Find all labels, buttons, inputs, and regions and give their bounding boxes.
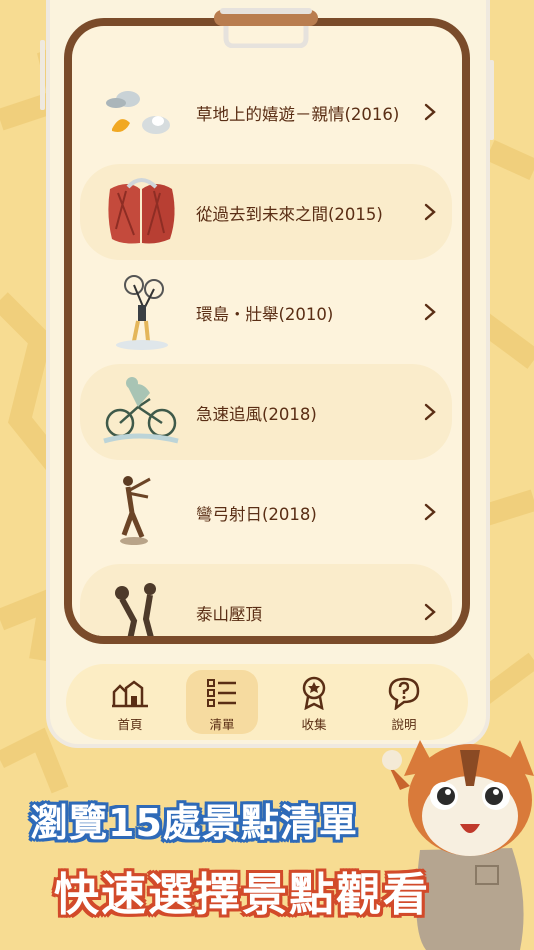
sculpture-thumbnail [116, 275, 168, 350]
list-item[interactable]: 環島・壯舉(2010) [80, 264, 452, 360]
nav-item-label: 清單 [209, 717, 235, 732]
sculpture-thumbnail [108, 178, 175, 244]
promo-caption-line2: 快速選擇景點觀看 [54, 868, 431, 921]
list-item-label: 急速追風(2018) [196, 405, 317, 424]
chevron-right-icon [424, 603, 436, 621]
sculpture-thumbnail [103, 377, 179, 444]
nav-item-collection[interactable]: 收集 [278, 670, 350, 734]
list-item-label: 從過去到未來之間(2015) [196, 205, 383, 224]
sculpture-thumbnail [115, 583, 156, 636]
promo-caption-line1: 瀏覽15處景點清單 [30, 801, 358, 845]
clipboard-clip-icon [214, 8, 318, 48]
nav-item-list[interactable]: 清單 [186, 670, 258, 734]
list-item[interactable]: 彎弓射日(2018) [80, 464, 452, 560]
list-item[interactable]: 急速追風(2018) [80, 364, 452, 460]
attraction-list-panel: 草地上的嬉遊－親情(2016) 從過去到未來之間(2015) 環島・壯舉(201… [72, 26, 462, 636]
chevron-right-icon [424, 203, 436, 221]
checklist-icon [207, 679, 236, 707]
home-buildings-icon [112, 680, 148, 708]
sculpture-thumbnail [120, 476, 151, 545]
list-item-label: 環島・壯舉(2010) [196, 305, 334, 324]
chevron-right-icon [424, 103, 436, 121]
chevron-right-icon [424, 303, 436, 321]
phone-side-button [40, 40, 45, 110]
nav-item-label: 收集 [301, 717, 327, 732]
list-item-label: 草地上的嬉遊－親情(2016) [196, 105, 400, 124]
nav-item-home[interactable]: 首頁 [94, 670, 166, 734]
chevron-right-icon [424, 503, 436, 521]
list-item[interactable]: 泰山壓頂 [80, 564, 452, 636]
list-item[interactable]: 從過去到未來之間(2015) [80, 164, 452, 260]
nav-item-label: 首頁 [117, 717, 143, 732]
medal-icon [302, 676, 326, 710]
help-bubble-icon [388, 677, 420, 710]
phone-side-button [489, 60, 494, 140]
list-item[interactable]: 草地上的嬉遊－親情(2016) [80, 64, 452, 160]
clipboard-board: 草地上的嬉遊－親情(2016) 從過去到未來之間(2015) 環島・壯舉(201… [64, 18, 470, 644]
sculpture-thumbnail [106, 91, 170, 134]
list-item-label: 泰山壓頂 [196, 605, 262, 624]
chevron-right-icon [424, 403, 436, 421]
list-item-label: 彎弓射日(2018) [196, 505, 317, 524]
